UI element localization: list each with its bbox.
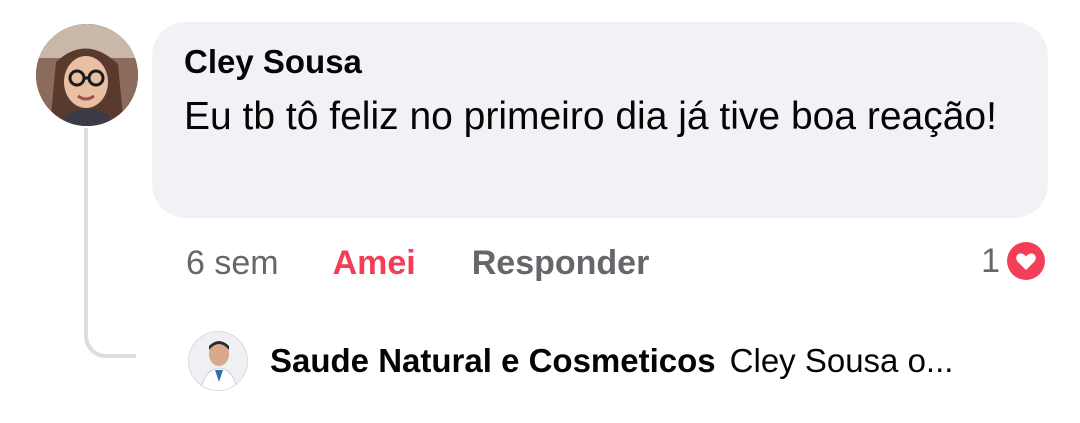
comment-author-name[interactable]: Cley Sousa — [184, 42, 1016, 82]
love-reaction-button[interactable]: Amei — [333, 244, 416, 283]
love-reaction-icon — [1004, 239, 1048, 283]
comment-text: Eu tb tô feliz no primeiro dia já tive b… — [184, 95, 997, 138]
profile-photo-icon — [36, 24, 138, 126]
comment-actions: 6 sem Amei Responder — [186, 240, 649, 286]
page-profile-photo-icon — [189, 332, 247, 390]
reply-button[interactable]: Responder — [472, 244, 650, 283]
reaction-count: 1 — [981, 241, 1000, 280]
reply-author-name[interactable]: Saude Natural e Cosmeticos — [270, 342, 716, 380]
reply-author-avatar[interactable] — [188, 331, 248, 391]
reply-snippet-text: Cley Sousa o... — [729, 342, 954, 379]
commenter-avatar[interactable] — [36, 24, 138, 126]
comment-timestamp[interactable]: 6 sem — [186, 244, 279, 283]
reply-preview[interactable]: Saude Natural e Cosmeticos Cley Sousa o.… — [188, 330, 953, 392]
comment-bubble: Cley Sousa Eu tb tô feliz no primeiro di… — [152, 22, 1048, 218]
thread-connector-line — [84, 128, 136, 358]
reaction-summary[interactable]: 1 — [981, 238, 1048, 284]
